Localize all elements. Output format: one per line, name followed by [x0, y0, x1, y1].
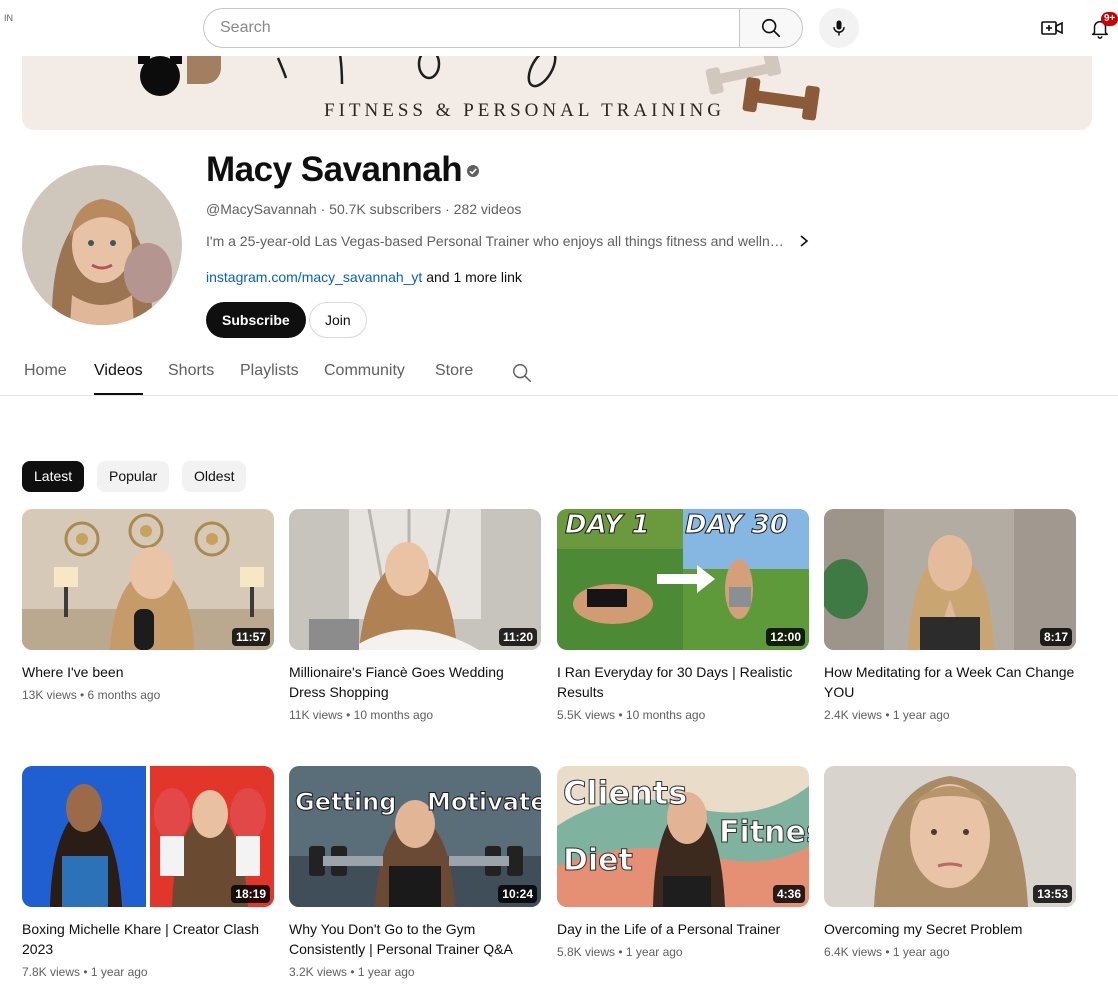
video-card[interactable]: DAY 1 DAY 30 12:00 I Ran Everyday for 30… — [557, 509, 809, 722]
video-title[interactable]: Boxing Michelle Khare | Creator Clash 20… — [22, 919, 274, 959]
video-duration: 12:00 — [766, 628, 805, 646]
video-meta: 7.8K views • 1 year ago — [22, 965, 148, 979]
tab-home[interactable]: Home — [24, 362, 67, 380]
video-thumbnail[interactable]: DAY 1 DAY 30 12:00 — [557, 509, 809, 650]
join-button[interactable]: Join — [309, 302, 367, 338]
video-meta: 13K views • 6 months ago — [22, 688, 161, 702]
video-duration: 10:24 — [498, 885, 537, 903]
tab-playlists[interactable]: Playlists — [240, 362, 299, 380]
video-meta: 11K views • 10 months ago — [289, 708, 434, 722]
thumb-text: DAY 30 — [685, 510, 788, 540]
video-thumbnail[interactable]: 18:19 — [22, 766, 274, 907]
video-duration: 4:36 — [772, 885, 805, 903]
thumb-text: Motivated — [427, 788, 541, 816]
video-title[interactable]: How Meditating for a Week Can Change YOU — [824, 662, 1076, 702]
video-thumbnail[interactable]: 8:17 — [824, 509, 1076, 650]
channel-description-text: I'm a 25-year-old Las Vegas-based Person… — [206, 233, 784, 249]
channel-search-button[interactable] — [511, 362, 533, 384]
channel-links: instagram.com/macy_savannah_yt and 1 mor… — [206, 269, 522, 285]
video-thumbnail[interactable]: 13:53 — [824, 766, 1076, 907]
thumb-text: Diet — [563, 843, 633, 878]
create-button[interactable] — [1036, 12, 1068, 44]
video-duration: 13:53 — [1033, 885, 1072, 903]
video-meta: 5.8K views • 1 year ago — [557, 945, 683, 959]
channel-description[interactable]: I'm a 25-year-old Las Vegas-based Person… — [206, 233, 810, 249]
tab-community[interactable]: Community — [324, 362, 405, 380]
banner-title: FITNESS & PERSONAL TRAINING — [324, 100, 725, 121]
video-title[interactable]: Day in the Life of a Personal Trainer — [557, 919, 809, 939]
video-title[interactable]: Millionaire's Fiancè Goes Wedding Dress … — [289, 662, 541, 702]
video-title[interactable]: Why You Don't Go to the Gym Consistently… — [289, 919, 541, 959]
video-thumbnail[interactable]: 11:20 — [289, 509, 541, 650]
search-icon — [513, 364, 531, 382]
channel-name: Macy Savannah — [206, 150, 463, 189]
filter-oldest[interactable]: Oldest — [182, 461, 247, 492]
video-card[interactable]: Clients Fitness Diet 4:36 Day in the Lif… — [557, 766, 809, 959]
channel-tabs: Home Videos Shorts Playlists Community S… — [0, 352, 1118, 396]
search-bar — [203, 8, 803, 48]
video-card[interactable]: 11:20 Millionaire's Fiancè Goes Wedding … — [289, 509, 541, 722]
video-duration: 8:17 — [1039, 628, 1072, 646]
video-thumbnail[interactable]: Getting Motivated 10:24 — [289, 766, 541, 907]
thumb-text: DAY 1 — [565, 510, 650, 540]
country-code: IN — [4, 13, 13, 23]
video-card[interactable]: 13:53 Overcoming my Secret Problem 6.4K … — [824, 766, 1076, 959]
video-title[interactable]: Overcoming my Secret Problem — [824, 919, 1076, 939]
video-meta: 2.4K views • 1 year ago — [824, 708, 950, 722]
verified-badge-icon — [467, 165, 479, 177]
filter-popular[interactable]: Popular — [97, 461, 170, 492]
search-icon — [761, 18, 781, 38]
voice-search-button[interactable] — [819, 8, 859, 48]
video-meta: 3.2K views • 1 year ago — [289, 965, 415, 979]
tab-shorts[interactable]: Shorts — [168, 362, 214, 380]
video-card[interactable]: 8:17 How Meditating for a Week Can Chang… — [824, 509, 1076, 722]
video-meta: 6.4K views • 1 year ago — [824, 945, 950, 959]
mic-icon — [833, 20, 845, 36]
video-title[interactable]: I Ran Everyday for 30 Days | Realistic R… — [557, 662, 809, 702]
video-duration: 11:20 — [498, 628, 537, 646]
thumb-text: Fitness — [719, 815, 809, 850]
tab-videos[interactable]: Videos — [94, 362, 143, 380]
channel-meta: @MacySavannah · 50.7K subscribers · 282 … — [206, 201, 522, 217]
create-video-icon — [1041, 21, 1063, 35]
thumb-text: Getting — [295, 788, 396, 816]
thumb-text: Clients — [563, 774, 687, 812]
tab-store[interactable]: Store — [435, 362, 473, 380]
video-title[interactable]: Where I've been — [22, 662, 274, 682]
subscribe-button[interactable]: Subscribe — [206, 302, 306, 338]
channel-banner: FITNESS & PERSONAL TRAINING — [22, 56, 1092, 130]
video-card[interactable]: 11:57 Where I've been 13K views • 6 mont… — [22, 509, 274, 702]
video-duration: 11:57 — [231, 628, 270, 646]
video-meta: 5.5K views • 10 months ago — [557, 708, 706, 722]
video-duration: 18:19 — [231, 885, 270, 903]
video-thumbnail[interactable]: 11:57 — [22, 509, 274, 650]
search-button[interactable] — [739, 8, 803, 48]
notification-count-badge: 9+ — [1101, 12, 1118, 26]
more-links-button[interactable]: and 1 more link — [422, 269, 522, 285]
chevron-right-icon — [798, 234, 810, 248]
video-card[interactable]: Getting Motivated 10:24 Why You Don't Go… — [289, 766, 541, 979]
video-card[interactable]: 18:19 Boxing Michelle Khare | Creator Cl… — [22, 766, 274, 979]
active-tab-indicator — [94, 393, 143, 395]
instagram-link[interactable]: instagram.com/macy_savannah_yt — [206, 269, 422, 285]
search-input[interactable] — [203, 8, 739, 48]
channel-avatar[interactable] — [22, 165, 182, 325]
filter-latest[interactable]: Latest — [22, 461, 85, 492]
video-thumbnail[interactable]: Clients Fitness Diet 4:36 — [557, 766, 809, 907]
